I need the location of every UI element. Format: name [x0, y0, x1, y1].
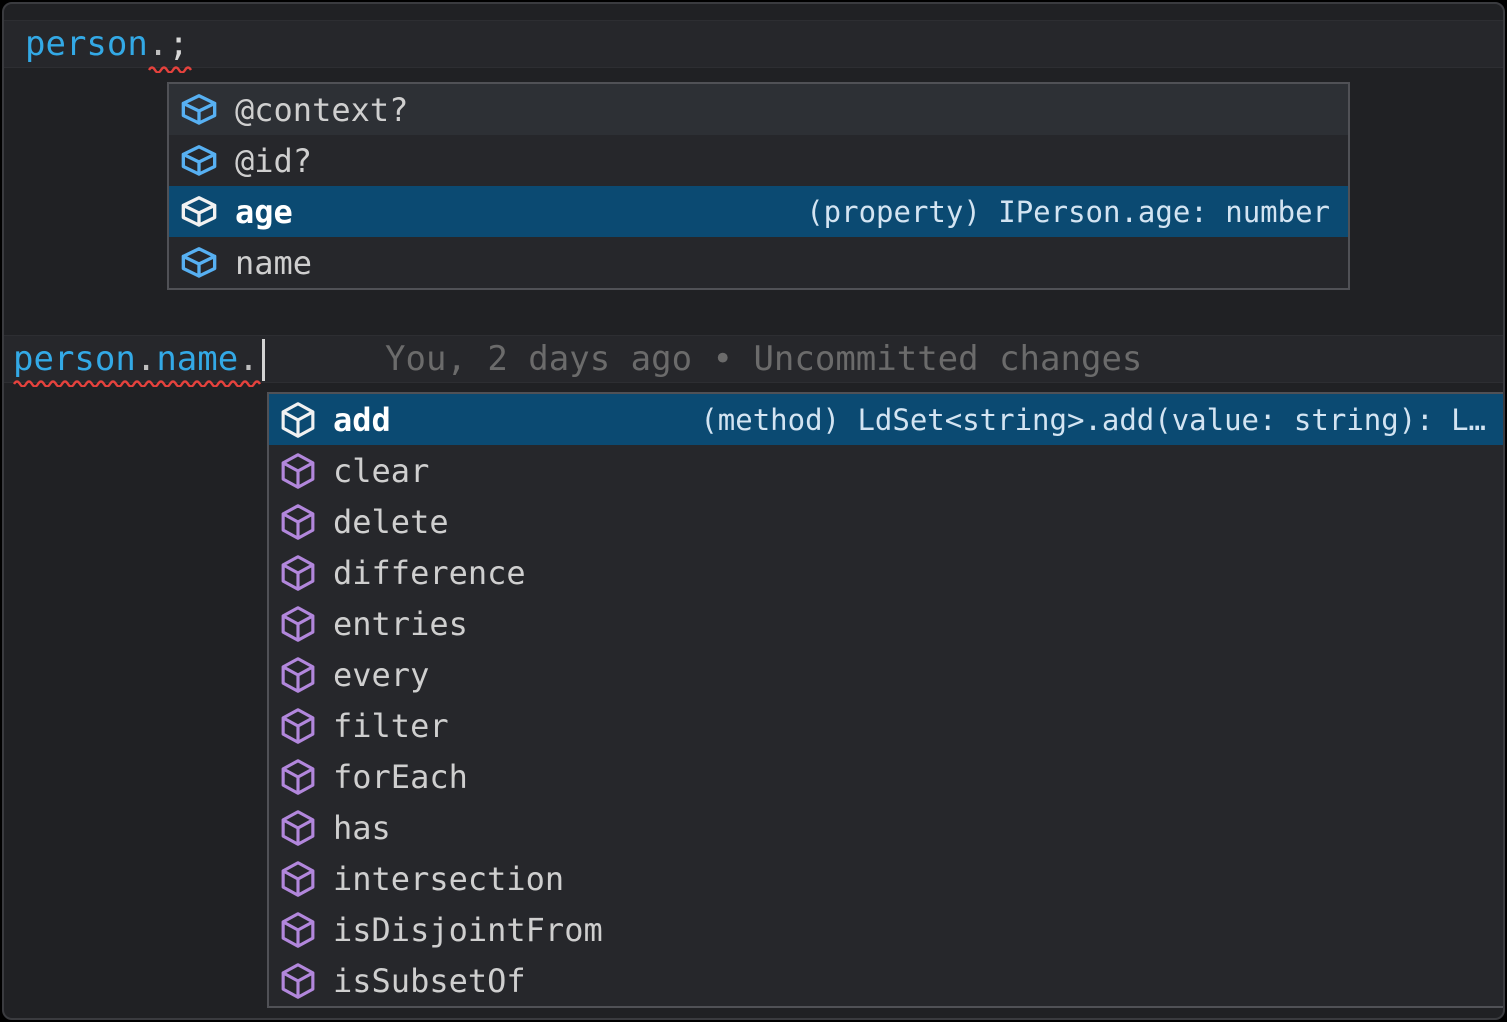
text-cursor	[262, 339, 265, 381]
symbol-field-icon	[180, 144, 218, 178]
suggestion-label: name	[235, 244, 312, 282]
code-line-person[interactable]: person.;	[4, 20, 1503, 68]
code-token-name: name	[156, 339, 238, 379]
suggestion-item-clear[interactable]: clear	[269, 445, 1504, 496]
suggestion-label: age	[235, 193, 293, 231]
symbol-method-icon	[280, 604, 316, 644]
suggestion-label: intersection	[333, 860, 564, 898]
suggestion-item-difference[interactable]: difference	[269, 547, 1504, 598]
suggestion-item-foreach[interactable]: forEach	[269, 751, 1504, 802]
symbol-method-icon	[280, 400, 316, 440]
symbol-method-icon	[280, 451, 316, 491]
suggestion-detail: (property) IPerson.age: number	[806, 195, 1330, 229]
symbol-method-icon	[280, 706, 316, 746]
symbol-method-icon	[280, 757, 316, 797]
symbol-field-icon	[180, 93, 218, 127]
symbol-field-icon	[180, 246, 218, 280]
symbol-field-icon	[180, 195, 218, 229]
git-blame-annotation: You, 2 days ago • Uncommitted changes	[385, 336, 1142, 382]
suggestion-label: isDisjointFrom	[333, 911, 603, 949]
symbol-method-icon	[280, 553, 316, 593]
suggestion-item-every[interactable]: every	[269, 649, 1504, 700]
code-token-dot: .	[136, 339, 156, 379]
code-token-semicolon: ;	[168, 24, 188, 64]
suggestion-label: forEach	[333, 758, 468, 796]
suggestion-label: has	[333, 809, 391, 847]
suggestion-item-issubsetof[interactable]: isSubsetOf	[269, 955, 1504, 1006]
symbol-method-icon	[280, 808, 316, 848]
suggestion-item-delete[interactable]: delete	[269, 496, 1504, 547]
suggest-widget-ldset: add (method) LdSet<string>.add(value: st…	[267, 392, 1504, 1008]
suggestion-label: @id?	[235, 142, 312, 180]
code-token-dot: .	[148, 24, 168, 64]
suggestion-item-age-selected[interactable]: age (property) IPerson.age: number	[169, 186, 1348, 237]
suggestion-item-has[interactable]: has	[269, 802, 1504, 853]
error-squiggle	[148, 64, 192, 73]
suggestion-label: isSubsetOf	[333, 962, 526, 1000]
suggestion-label: difference	[333, 554, 526, 592]
code-line-person-name[interactable]: person.name. You, 2 days ago • Uncommitt…	[4, 335, 1503, 383]
code-token-person: person	[13, 339, 136, 379]
suggestion-item-add-selected[interactable]: add (method) LdSet<string>.add(value: st…	[269, 394, 1504, 445]
suggestion-item-intersection[interactable]: intersection	[269, 853, 1504, 904]
suggestion-item-name[interactable]: name	[169, 237, 1348, 288]
suggestion-label: add	[333, 401, 391, 439]
suggestion-label: clear	[333, 452, 429, 490]
suggestion-item-filter[interactable]: filter	[269, 700, 1504, 751]
code-token-person: person	[25, 24, 148, 64]
suggestion-label: delete	[333, 503, 449, 541]
suggestion-label: entries	[333, 605, 468, 643]
editor-panel: person.; @context? @id? age (p	[2, 2, 1505, 1020]
suggestion-item-context[interactable]: @context?	[169, 84, 1348, 135]
suggestion-item-id[interactable]: @id?	[169, 135, 1348, 186]
suggestion-detail: (method) LdSet<string>.add(value: string…	[700, 403, 1486, 437]
suggest-widget-person: @context? @id? age (property) IPerson.ag…	[167, 82, 1350, 290]
code-token-dot: .	[238, 339, 258, 379]
symbol-method-icon	[280, 859, 316, 899]
symbol-method-icon	[280, 502, 316, 542]
symbol-method-icon	[280, 961, 316, 1001]
suggestion-item-entries[interactable]: entries	[269, 598, 1504, 649]
suggestion-label: @context?	[235, 91, 408, 129]
suggestion-label: filter	[333, 707, 449, 745]
symbol-method-icon	[280, 655, 316, 695]
error-squiggle	[13, 378, 263, 387]
screenshot-frame: person.; @context? @id? age (p	[0, 0, 1507, 1022]
suggestion-item-isdisjointfrom[interactable]: isDisjointFrom	[269, 904, 1504, 955]
suggestion-label: every	[333, 656, 429, 694]
symbol-method-icon	[280, 910, 316, 950]
